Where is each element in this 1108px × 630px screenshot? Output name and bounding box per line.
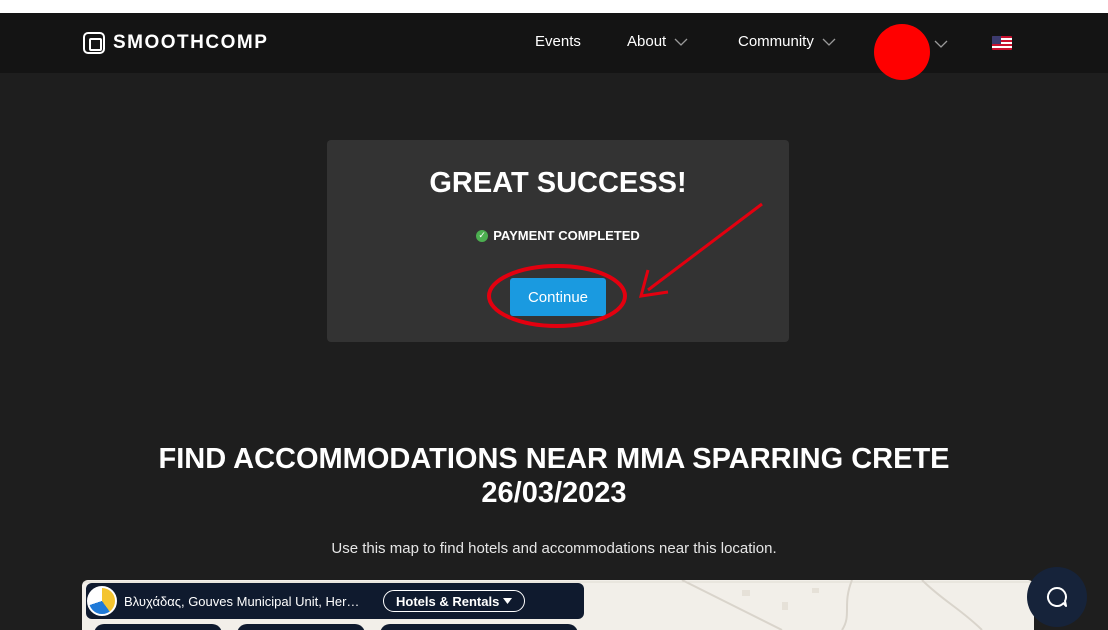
hotels-rentals-dropdown[interactable]: Hotels & Rentals [383, 590, 526, 612]
chat-support-button[interactable] [1027, 567, 1087, 627]
nav-events-label: Events [535, 33, 581, 50]
logo-icon [83, 32, 105, 54]
payment-status: ✓ PAYMENT COMPLETED [327, 228, 789, 243]
hotels-rentals-label: Hotels & Rentals [396, 593, 500, 609]
map-location-text[interactable]: Βλυχάδας, Gouves Municipal Unit, Her… [124, 594, 379, 609]
chevron-down-icon [674, 38, 688, 46]
accommodation-subtitle: Use this map to find hotels and accommod… [331, 540, 777, 557]
check-circle-icon: ✓ [476, 229, 489, 242]
map-search-bar: Βλυχάδας, Gouves Municipal Unit, Her… Ho… [86, 583, 584, 619]
nav-about-label: About [627, 33, 667, 50]
accommodation-title-line1: FIND ACCOMMODATIONS NEAR MMA SPARRING CR… [158, 443, 950, 475]
accommodation-title-line2: 26/03/2023 [481, 477, 627, 509]
map-tab[interactable] [94, 624, 222, 630]
logo[interactable]: SMOOTHCOMP [83, 31, 268, 55]
chevron-down-icon [822, 38, 836, 46]
map-tab[interactable] [237, 624, 365, 630]
top-strip [0, 0, 1108, 13]
nav-community-label: Community [738, 33, 814, 50]
logo-text: SMOOTHCOMP [113, 32, 269, 53]
accommodation-title: FIND ACCOMMODATIONS NEAR MMA SPARRING CR… [0, 442, 1108, 510]
nav-about[interactable]: About [627, 33, 688, 50]
caret-down-icon [503, 598, 513, 604]
chevron-down-icon[interactable] [934, 37, 948, 51]
nav-events[interactable]: Events [535, 33, 581, 50]
navbar: SMOOTHCOMP Events About Community [0, 13, 1108, 80]
chat-bubble-icon [1046, 586, 1067, 607]
continue-button[interactable]: Continue [510, 278, 606, 316]
map-tab[interactable] [380, 624, 578, 630]
success-card: GREAT SUCCESS! ✓ PAYMENT COMPLETED Conti… [327, 140, 789, 342]
nav-community[interactable]: Community [738, 33, 836, 50]
user-avatar[interactable] [874, 24, 930, 80]
payment-status-text: PAYMENT COMPLETED [493, 228, 640, 243]
map-provider-logo[interactable] [87, 586, 117, 616]
us-flag-icon[interactable] [992, 36, 1012, 50]
accommodation-map[interactable]: Βλυχάδας, Gouves Municipal Unit, Her… Ho… [82, 580, 1034, 630]
success-title: GREAT SUCCESS! [429, 167, 687, 199]
